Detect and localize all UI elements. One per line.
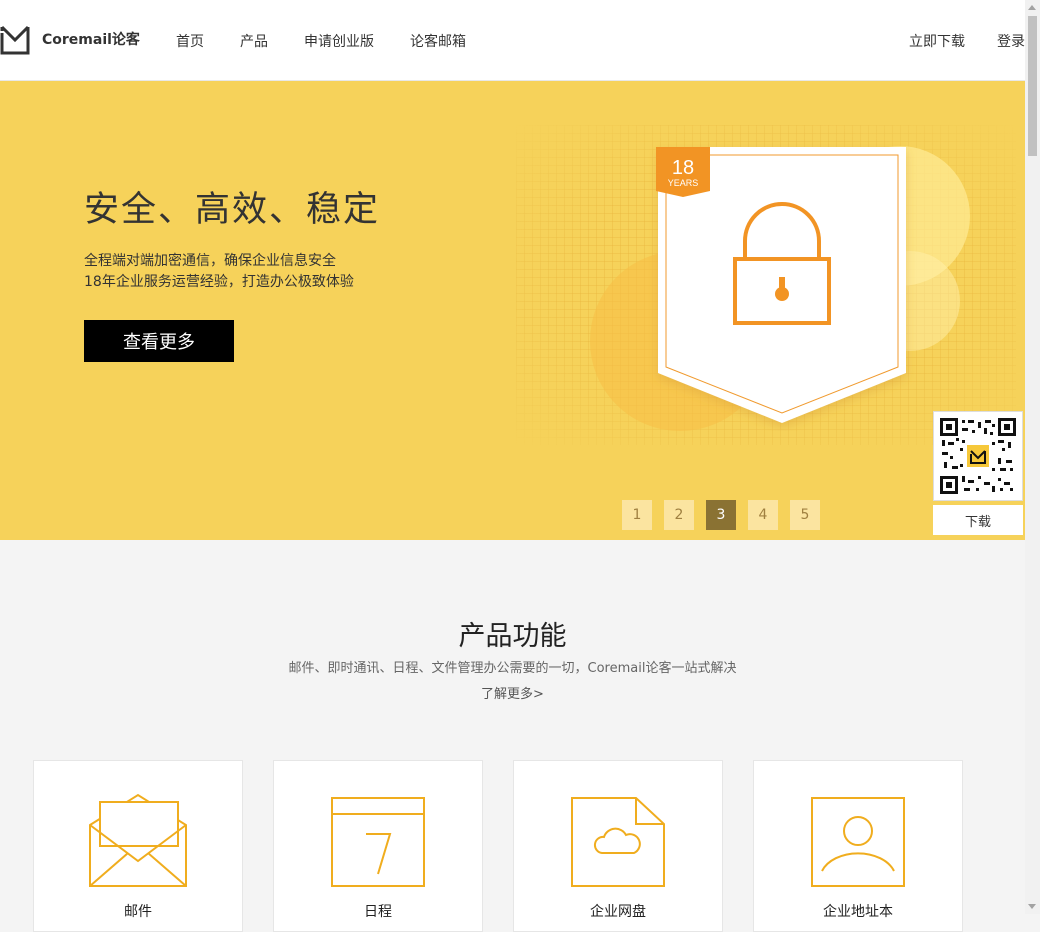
banner-desc-line: 全程端对端加密通信，确保企业信息安全 — [84, 253, 336, 269]
product-card-cloud-drive[interactable]: 企业网盘 — [513, 760, 723, 932]
pager-dot-3[interactable]: 3 — [706, 500, 736, 530]
login-link[interactable]: 登录 — [997, 31, 1025, 51]
header-actions: 立即下载 登录 — [877, 31, 1025, 51]
nav-home[interactable]: 首页 — [176, 31, 204, 51]
coremail-logo-icon — [0, 25, 30, 55]
hero-banner: 安全、高效、稳定 全程端对端加密通信，确保企业信息安全 18年企业服务运营经验，… — [0, 81, 1025, 540]
page-scrollbar[interactable] — [1025, 0, 1040, 914]
product-card-mail[interactable]: 邮件 — [33, 760, 243, 932]
nav-products[interactable]: 产品 — [240, 31, 268, 51]
qr-code-icon — [940, 418, 1016, 494]
product-card-contacts[interactable]: 企业地址本 — [753, 760, 963, 932]
contact-book-icon — [811, 797, 905, 887]
pager-dot-4[interactable]: 4 — [748, 500, 778, 530]
banner-description: 全程端对端加密通信，确保企业信息安全 18年企业服务运营经验，打造办公极致体验 — [84, 251, 354, 293]
main-nav: 首页 产品 申请创业版 论客邮箱 — [176, 31, 502, 51]
qr-download-button[interactable]: 下载 — [933, 505, 1023, 535]
banner-headline: 安全、高效、稳定 — [84, 190, 381, 230]
top-header: Coremail论客 首页 产品 申请创业版 论客邮箱 立即下载 登录 — [0, 0, 1025, 81]
product-card-calendar[interactable]: 日程 — [273, 760, 483, 932]
products-section-title: 产品功能 — [458, 621, 567, 652]
scroll-up-arrow-icon[interactable] — [1028, 5, 1036, 10]
mail-envelope-icon — [89, 793, 187, 887]
download-now-link[interactable]: 立即下载 — [909, 31, 965, 51]
cloud-drive-icon — [571, 797, 665, 887]
nav-startup-edition[interactable]: 申请创业版 — [304, 31, 374, 51]
logo-text: Coremail论客 — [42, 32, 140, 48]
learn-more-link[interactable]: 了解更多> — [0, 683, 1025, 702]
logo[interactable]: Coremail论客 — [0, 23, 140, 55]
badge-text: YEARS — [668, 178, 699, 188]
view-more-button[interactable]: 查看更多 — [84, 320, 234, 362]
product-card-label: 邮件 — [124, 904, 152, 920]
product-card-label: 日程 — [364, 904, 392, 920]
badge-number: 18 — [672, 157, 694, 179]
pager-dot-5[interactable]: 5 — [790, 500, 820, 530]
calendar-icon — [331, 797, 425, 887]
products-section-subtitle: 邮件、即时通讯、日程、文件管理办公需要的一切，Coremail论客一站式解决 — [288, 661, 737, 676]
product-card-label: 企业地址本 — [823, 904, 893, 920]
download-qr-code[interactable] — [933, 411, 1023, 501]
nav-lunke-mail[interactable]: 论客邮箱 — [410, 31, 466, 51]
banner-desc-line: 18年企业服务运营经验，打造办公极致体验 — [84, 274, 354, 290]
pager-dot-2[interactable]: 2 — [664, 500, 694, 530]
scrollbar-thumb[interactable] — [1028, 16, 1037, 156]
banner-pager: 1 2 3 4 5 — [622, 500, 832, 530]
scroll-down-arrow-icon[interactable] — [1028, 904, 1036, 909]
pager-dot-1[interactable]: 1 — [622, 500, 652, 530]
security-shield-lock-icon: 18 YEARS — [656, 147, 906, 423]
product-card-label: 企业网盘 — [590, 904, 646, 920]
